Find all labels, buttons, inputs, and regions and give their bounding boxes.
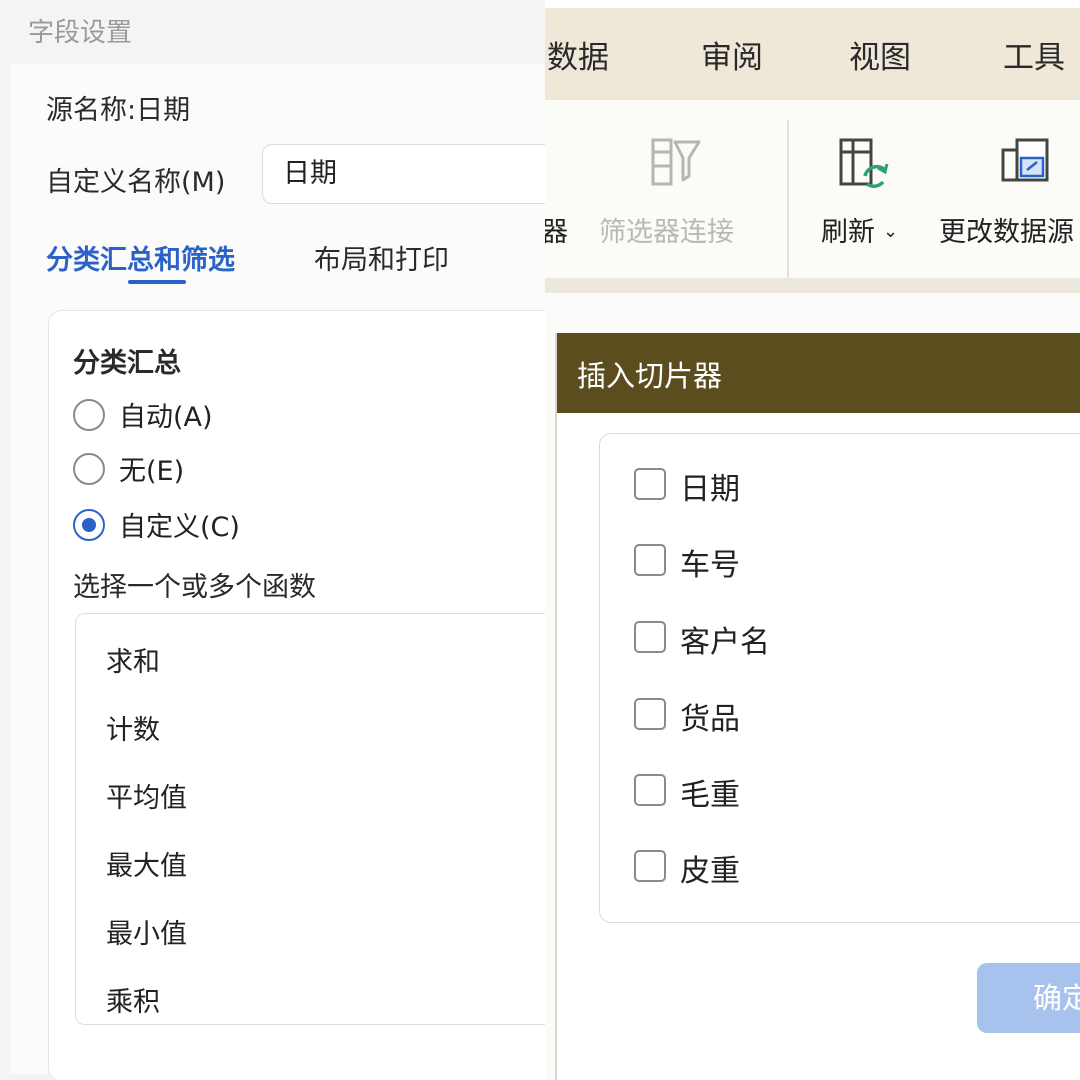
checkbox-vehicle-no-label[interactable]: 车号: [680, 540, 740, 584]
menu-tools[interactable]: 工具: [1003, 32, 1065, 77]
refresh-icon: [839, 138, 889, 188]
dialog-title-bar[interactable]: 插入切片器: [557, 333, 1080, 413]
filter-connection-button[interactable]: 筛选器连接: [599, 210, 734, 249]
list-item-min[interactable]: 最小值: [106, 912, 187, 951]
checkbox-date-label[interactable]: 日期: [680, 464, 740, 508]
radio-auto[interactable]: [73, 399, 105, 431]
list-item-count[interactable]: 计数: [106, 708, 160, 747]
active-tab-indicator: [128, 280, 186, 284]
radio-auto-label[interactable]: 自动(A): [119, 395, 213, 434]
custom-name-input[interactable]: 日期: [262, 144, 545, 204]
checkbox-gross-weight-label[interactable]: 毛重: [680, 770, 740, 814]
source-name-label: 源名称:日期: [46, 95, 191, 126]
custom-name-label: 自定义名称(M): [46, 167, 226, 198]
change-data-source-icon: [1001, 138, 1049, 182]
ribbon: 数据 审阅 视图 工具 器 筛选器连接 刷新 ⌄ 更改数据源: [545, 8, 1080, 293]
slicer-tool-label[interactable]: 器: [545, 210, 568, 249]
list-item-sum[interactable]: 求和: [106, 640, 160, 679]
list-item-average[interactable]: 平均值: [106, 776, 187, 815]
subtotal-card: 分类汇总 自动(A) 无(E) 自定义(C) 选择一个或多个函数 求和 计数 平…: [48, 310, 545, 1080]
dialog-title: 插入切片器: [577, 359, 723, 393]
change-data-source-button[interactable]: 更改数据源: [939, 210, 1074, 249]
radio-custom-label[interactable]: 自定义(C): [119, 505, 240, 544]
radio-none[interactable]: [73, 453, 105, 485]
list-item-product[interactable]: 乘积: [106, 980, 160, 1019]
dialog-title: 字段设置: [28, 18, 133, 48]
ribbon-toolbar: 器 筛选器连接 刷新 ⌄ 更改数据源: [545, 100, 1080, 290]
checkbox-vehicle-no[interactable]: [634, 544, 666, 576]
ribbon-bottom-strip: [545, 278, 1080, 293]
checkbox-tare-weight[interactable]: [634, 850, 666, 882]
checkbox-tare-weight-label[interactable]: 皮重: [680, 846, 740, 890]
refresh-label: 刷新: [821, 217, 875, 248]
menu-bar: 数据 审阅 视图 工具: [545, 8, 1080, 100]
checkbox-goods-label[interactable]: 货品: [680, 694, 740, 738]
checkbox-gross-weight[interactable]: [634, 774, 666, 806]
refresh-button[interactable]: 刷新 ⌄: [821, 210, 898, 249]
field-settings-body: 源名称:日期 自定义名称(M) 日期 分类汇总和筛选 布局和打印 分类汇总 自动…: [10, 64, 545, 1080]
radio-none-label[interactable]: 无(E): [119, 449, 184, 488]
functions-title: 选择一个或多个函数: [73, 572, 316, 603]
menu-data[interactable]: 数据: [547, 32, 609, 77]
field-list: 日期 车号 客户名 货品 毛重 皮重: [599, 433, 1080, 923]
field-settings-dialog: 字段设置 源名称:日期 自定义名称(M) 日期 分类汇总和筛选 布局和打印 分类…: [0, 0, 545, 1080]
ok-button[interactable]: 确定: [977, 963, 1080, 1033]
checkbox-date[interactable]: [634, 468, 666, 500]
tab-subtotal-filter[interactable]: 分类汇总和筛选: [46, 238, 235, 277]
list-item-max[interactable]: 最大值: [106, 844, 187, 883]
insert-slicer-dialog: 插入切片器 日期 车号 客户名 货品 毛重 皮重 确定: [555, 333, 1080, 1080]
checkbox-goods[interactable]: [634, 698, 666, 730]
radio-custom[interactable]: [73, 509, 105, 541]
chevron-down-icon: ⌄: [883, 221, 899, 242]
tab-layout-print[interactable]: 布局和打印: [314, 238, 449, 277]
subtotal-section-title: 分类汇总: [73, 348, 181, 379]
menu-review[interactable]: 审阅: [701, 32, 763, 77]
functions-listbox[interactable]: 求和 计数 平均值 最大值 最小值 乘积: [75, 613, 545, 1025]
checkbox-customer-name-label[interactable]: 客户名: [680, 617, 770, 661]
filter-connection-icon: [651, 138, 701, 186]
checkbox-customer-name[interactable]: [634, 621, 666, 653]
ribbon-separator: [787, 120, 789, 290]
menu-view[interactable]: 视图: [849, 32, 911, 77]
